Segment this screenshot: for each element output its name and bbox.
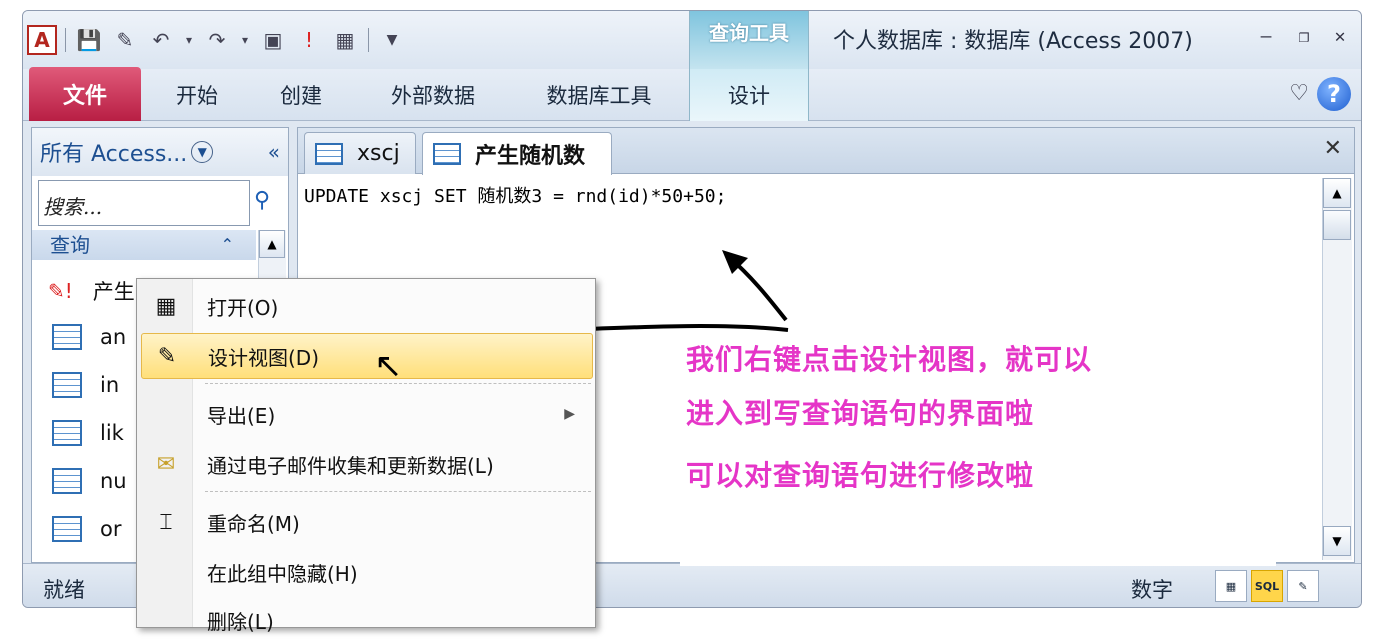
tab-external-data[interactable]: 外部数据 (363, 69, 503, 121)
nav-pane-title: 所有 Access... (40, 142, 188, 167)
tab-design[interactable]: 设计 (689, 69, 809, 121)
item-label: lik (100, 421, 124, 445)
table-icon (315, 142, 343, 165)
menu-item-label: 设计视图(D) (208, 345, 320, 370)
annotation-line-3: 可以对查询语句进行修改啦 (686, 459, 1035, 492)
collapse-group-icon[interactable]: ⌃ (221, 230, 234, 260)
tab-database-tools[interactable]: 数据库工具 (519, 69, 679, 121)
minimize-ribbon-icon[interactable]: ♡ (1289, 81, 1309, 106)
design-view-icon[interactable]: ✎ (1287, 570, 1319, 602)
restore-button[interactable]: ❐ (1287, 23, 1321, 49)
scroll-up-icon[interactable]: ▲ (259, 230, 285, 258)
query-icon (52, 420, 82, 446)
quick-access-toolbar: A 💾 ✎ ↶ ▾ ↷ ▾ ▣ ! ▦ ▼ (27, 23, 407, 57)
update-query-icon: ✎! (48, 279, 73, 303)
redo-icon[interactable]: ↷ (202, 25, 232, 55)
menu-item-label: 在此组中隐藏(H) (207, 561, 358, 586)
undo-icon[interactable]: ↶ (146, 25, 176, 55)
document-tabs: xscj 产生随机数 ✕ (298, 128, 1354, 175)
menu-item-open[interactable]: ▦ 打开(O) (141, 283, 593, 329)
run-icon[interactable]: ! (294, 25, 324, 55)
annotation-line-1: 我们右键点击设计视图，就可以 (686, 343, 1093, 376)
menu-item-label: 重命名(M) (207, 511, 300, 536)
context-header-label: 查询工具 (709, 21, 789, 45)
search-input[interactable]: 搜索... (38, 180, 250, 226)
menu-item-hide[interactable]: 在此组中隐藏(H) (141, 549, 593, 595)
menu-item-rename[interactable]: ⌶ 重命名(M) (141, 499, 593, 545)
collapse-pane-icon[interactable]: « (268, 140, 280, 164)
group-label: 查询 (50, 233, 90, 257)
table-icon[interactable]: ▦ (330, 25, 360, 55)
file-tab[interactable]: 文件 (29, 67, 141, 121)
query-icon (52, 516, 82, 542)
view-icon[interactable]: ▣ (258, 25, 288, 55)
nav-pane-header[interactable]: 所有 Access... ▼ « (32, 128, 288, 176)
tab-label: xscj (357, 141, 400, 166)
tab-random-query[interactable]: 产生随机数 (422, 132, 612, 175)
redo-dropdown-icon[interactable]: ▾ (238, 25, 252, 55)
mouse-cursor-icon: ↖ (374, 346, 403, 386)
menu-item-delete[interactable]: 删除(L) (141, 597, 593, 643)
undo-dropdown-icon[interactable]: ▾ (182, 25, 196, 55)
menu-item-label: 通过电子邮件收集和更新数据(L) (207, 453, 494, 478)
query-tools-context-header: 查询工具 (689, 11, 809, 71)
open-icon: ▦ (155, 293, 177, 319)
item-label: an (100, 325, 127, 349)
tab-label: 产生随机数 (475, 144, 586, 169)
scroll-thumb[interactable] (1323, 210, 1351, 240)
item-label: or (100, 517, 122, 541)
status-numlock: 数字 (1131, 578, 1173, 602)
email-collect-icon: ✉ (156, 451, 176, 477)
tab-home[interactable]: 开始 (151, 69, 243, 121)
status-ready: 就绪 (43, 578, 85, 602)
menu-item-design-view[interactable]: ✎ 设计视图(D) (141, 333, 593, 379)
title-bar: A 💾 ✎ ↶ ▾ ↷ ▾ ▣ ! ▦ ▼ 查询工具 个人数据库 : 数据库 (… (23, 11, 1361, 71)
annotation-line-2: 进入到写查询语句的界面啦 (686, 397, 1035, 430)
close-button[interactable]: ✕ (1323, 23, 1357, 49)
search-icon[interactable]: ⚲ (254, 188, 270, 213)
customize-icon[interactable]: ▼ (377, 25, 407, 55)
rename-icon: ⌶ (159, 509, 173, 535)
chevron-down-icon[interactable]: ▼ (191, 141, 214, 163)
save-icon[interactable]: 💾 (74, 25, 104, 55)
close-document-icon[interactable]: ✕ (1324, 136, 1342, 161)
menu-separator (205, 491, 591, 492)
ribbon-tabs: 文件 开始 创建 外部数据 数据库工具 设计 ♡ ? (23, 67, 1361, 121)
separator (65, 28, 66, 52)
menu-item-label: 打开(O) (207, 295, 279, 320)
scroll-up-icon[interactable]: ▲ (1323, 178, 1351, 208)
item-label: nu (100, 469, 127, 493)
nav-group-queries[interactable]: 查询 ⌃ (32, 230, 256, 260)
menu-item-email-collect[interactable]: ✉ 通过电子邮件收集和更新数据(L) (141, 441, 593, 487)
window-title: 个人数据库 : 数据库 (Access 2007) (833, 29, 1193, 54)
context-menu: ▦ 打开(O) ✎ 设计视图(D) 导出(E) ▶ ✉ 通过电子邮件收集和更新数据(L)… (136, 278, 596, 634)
query-icon (433, 143, 461, 165)
tab-xscj[interactable]: xscj (304, 132, 416, 174)
query-icon (52, 372, 82, 398)
access-app-icon[interactable]: A (27, 25, 57, 55)
menu-item-label: 删除(L) (207, 609, 274, 634)
datasheet-view-icon[interactable]: ▦ (1215, 570, 1247, 602)
query-icon (52, 324, 82, 350)
menu-item-label: 导出(E) (207, 403, 276, 428)
sql-view-button[interactable]: SQL (1251, 570, 1283, 602)
item-label: in (100, 373, 120, 397)
sql-editor[interactable]: UPDATE xscj SET 随机数3 = rnd(id)*50+50; (304, 182, 726, 208)
menu-item-export[interactable]: 导出(E) ▶ (141, 391, 593, 437)
query-icon (52, 468, 82, 494)
editor-scrollbar[interactable]: ▲ ▼ (1322, 178, 1352, 560)
separator (368, 28, 369, 52)
design-view-icon: ✎ (157, 343, 177, 369)
help-button[interactable]: ? (1317, 77, 1351, 111)
minimize-button[interactable]: – (1249, 23, 1283, 49)
design-icon[interactable]: ✎ (110, 25, 140, 55)
submenu-arrow-icon: ▶ (564, 406, 575, 422)
tab-create[interactable]: 创建 (255, 69, 347, 121)
scroll-down-icon[interactable]: ▼ (1323, 526, 1351, 556)
